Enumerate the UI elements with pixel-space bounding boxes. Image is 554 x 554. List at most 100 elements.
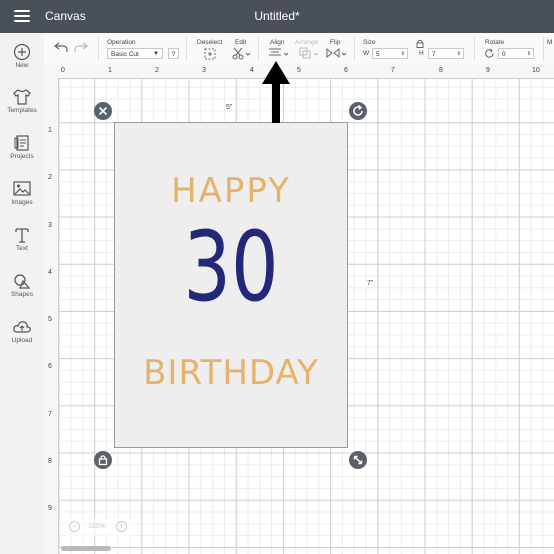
rotate-icon [485,48,494,58]
width-input[interactable]: 5 ⇕ [372,48,408,59]
ruler-label: 4 [48,269,52,276]
ruler-label: 0 [61,67,65,74]
edit-label: Edit [235,39,247,46]
deselect-label: Deselect [197,39,223,46]
top-ruler: 0 1 2 3 4 5 6 7 8 9 10 [44,64,554,79]
left-ruler: 1 2 3 4 5 6 7 8 9 [44,78,59,554]
align-icon[interactable] [268,47,290,60]
annotation-arrow-icon [262,61,290,123]
ruler-label: 9 [48,505,52,512]
zoom-control: − 100% + [64,518,134,536]
operation-value: Basic Cut [111,51,139,58]
ruler-label: 7 [391,67,395,74]
zoom-out-button[interactable]: − [69,521,80,532]
operation-select[interactable]: Basic Cut ▼ [107,48,163,59]
ruler-label: 2 [155,67,159,74]
stepper-icon: ⇕ [400,51,405,57]
sidebar-item-templates[interactable]: Templates [0,88,44,114]
birthday-card[interactable]: HAPPY 30 BIRTHDAY [114,122,348,448]
sidebar-item-label: Shapes [10,291,34,298]
ruler-label: 4 [250,67,254,74]
undo-icon[interactable] [54,41,68,53]
ruler-label: 7 [48,411,52,418]
rotate-input[interactable]: 0 ⇕ [498,48,534,59]
arrange-icon[interactable] [299,47,321,60]
horizontal-scrollbar[interactable] [61,546,111,551]
resize-handle[interactable] [349,451,367,469]
sidebar-item-label: Projects [10,153,34,160]
plus-circle-icon [13,43,31,61]
projects-icon [14,135,29,151]
edit-toolbar: Operation Basic Cut ▼ ? Deselect Edit Al… [44,33,554,65]
separator [354,37,355,60]
close-icon [98,106,108,116]
help-button[interactable]: ? [168,48,179,59]
card-happy-text: HAPPY [171,171,291,211]
height-value: 7 [432,51,436,58]
rotate-handle[interactable] [349,102,367,120]
ruler-label: 8 [48,458,52,465]
stepper-icon: ⇕ [456,51,461,57]
redo-icon[interactable] [74,41,88,53]
top-bar: Canvas Untitled* [0,0,554,33]
ruler-label: 6 [48,363,52,370]
ruler-label: 10 [532,67,540,74]
card-number-text: 30 [183,211,279,323]
width-dimension-label: 5" [226,104,233,111]
shapes-icon [14,274,31,289]
lock-icon [98,455,108,466]
edit-scissors-icon[interactable] [232,47,252,60]
separator [474,37,475,60]
sidebar-item-new[interactable]: New [0,43,44,69]
sidebar-item-label: New [15,62,29,69]
zoom-level: 100% [88,523,106,530]
card-birthday-text: BIRTHDAY [143,353,319,393]
image-icon [13,181,31,196]
zoom-in-button[interactable]: + [116,521,127,532]
lock-icon[interactable] [416,39,424,48]
sidebar-item-label: Text [16,245,28,252]
resize-arrows-icon [353,455,363,465]
separator [98,37,99,60]
ruler-label: 3 [202,67,206,74]
flip-icon[interactable] [326,47,348,60]
height-field-label: H [419,50,424,57]
lock-handle[interactable] [94,451,112,469]
ruler-label: 9 [486,67,490,74]
separator [258,37,259,60]
operation-label: Operation [107,39,136,46]
ruler-label: 1 [48,127,52,134]
left-sidebar: New Templates Projects Images Text Shape… [0,33,45,554]
ruler-label: 2 [48,174,52,181]
delete-handle[interactable] [94,102,112,120]
sidebar-item-images[interactable]: Images [0,180,44,206]
sidebar-item-label: Upload [11,337,33,344]
separator [186,37,187,60]
sidebar-item-text[interactable]: Text [0,226,44,252]
ruler-label: 8 [439,67,443,74]
cloud-upload-icon [13,321,31,333]
rotate-icon [353,104,363,116]
flip-label: Flip [330,39,341,46]
width-field-label: W [363,50,370,57]
chevron-down-icon: ▼ [153,51,159,57]
ruler-label: 6 [344,67,348,74]
sidebar-item-shapes[interactable]: Shapes [0,272,44,298]
more-label: M [547,39,553,46]
text-t-icon [15,228,29,243]
sidebar-item-projects[interactable]: Projects [0,134,44,160]
deselect-icon[interactable] [204,48,216,60]
width-value: 5 [376,51,380,58]
ruler-label: 5 [297,67,301,74]
size-label: Size [363,39,376,46]
rotate-label: Rotate [485,39,505,46]
arrange-label: Arrange [295,39,319,46]
height-input[interactable]: 7 ⇕ [428,48,464,59]
sidebar-item-upload[interactable]: Upload [0,318,44,344]
sidebar-item-label: Images [11,199,33,206]
sidebar-item-label: Templates [7,107,37,114]
separator [543,37,544,60]
document-title[interactable]: Untitled* [0,9,554,23]
height-dimension-label: 7" [367,280,374,287]
stepper-icon: ⇕ [526,51,531,57]
